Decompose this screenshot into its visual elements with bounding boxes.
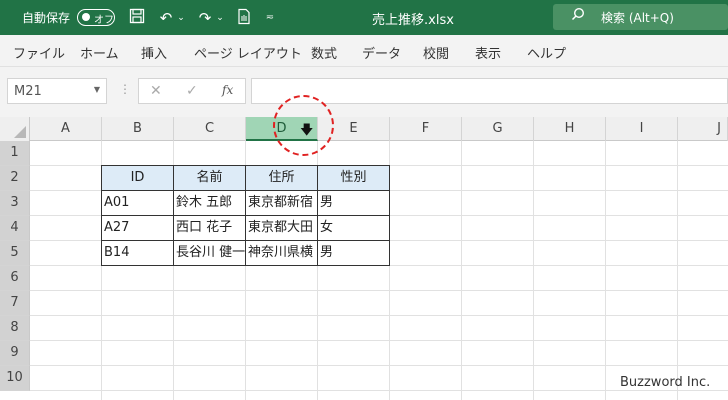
column-header-h[interactable]: H bbox=[534, 117, 606, 141]
table-cell-name[interactable]: 鈴木 五郎 bbox=[176, 191, 245, 216]
formula-input[interactable] bbox=[251, 78, 728, 104]
column-header-b[interactable]: B bbox=[102, 117, 174, 141]
enter-icon[interactable]: ✓ bbox=[186, 83, 198, 99]
more-options-icon[interactable]: ⋮ bbox=[119, 82, 131, 96]
table-border bbox=[317, 165, 318, 266]
save-icon[interactable] bbox=[127, 8, 147, 28]
ribbon-tabs: ファイル ホーム 挿入 ページ レイアウト 数式 データ 校閲 表示 ヘルプ bbox=[0, 35, 728, 67]
table-cell-name[interactable]: 長谷川 健一 bbox=[176, 241, 245, 266]
tab-help[interactable]: ヘルプ bbox=[527, 43, 566, 62]
table-cell-name[interactable]: 西口 花子 bbox=[176, 216, 245, 241]
table-cell-address[interactable]: 東京都大田 bbox=[248, 216, 317, 241]
select-all-button[interactable] bbox=[0, 117, 30, 141]
chevron-down-icon[interactable]: ▼ bbox=[94, 85, 100, 94]
table-header-id[interactable]: ID bbox=[102, 166, 173, 191]
search-placeholder: 検索 (Alt+Q) bbox=[601, 11, 674, 25]
table-header-address[interactable]: 住所 bbox=[246, 166, 317, 191]
gridline bbox=[605, 141, 606, 400]
column-header-i[interactable]: I bbox=[606, 117, 678, 141]
redo-dropdown-icon[interactable]: ⌄ bbox=[215, 8, 225, 28]
row-header-4[interactable]: 4 bbox=[0, 216, 30, 241]
watermark: Buzzword Inc. bbox=[620, 375, 711, 390]
tab-insert[interactable]: 挿入 bbox=[141, 43, 167, 62]
column-header-j[interactable]: J bbox=[678, 117, 728, 141]
gridline bbox=[30, 315, 728, 316]
row-header-3[interactable]: 3 bbox=[0, 191, 30, 216]
table-border bbox=[173, 165, 174, 266]
table-border bbox=[101, 165, 102, 266]
table-cell-id[interactable]: B14 bbox=[104, 241, 173, 266]
cancel-icon[interactable]: ✕ bbox=[150, 83, 162, 99]
tab-home[interactable]: ホーム bbox=[80, 43, 119, 62]
table-header-name[interactable]: 名前 bbox=[174, 166, 245, 191]
gridline bbox=[30, 365, 728, 366]
tab-file[interactable]: ファイル bbox=[13, 43, 65, 62]
table-cell-gender[interactable]: 男 bbox=[320, 241, 389, 266]
undo-icon[interactable]: ↶ bbox=[156, 8, 176, 28]
gridline bbox=[533, 141, 534, 400]
select-all-triangle-icon bbox=[14, 126, 26, 138]
search-box[interactable]: 検索 (Alt+Q) bbox=[553, 4, 728, 30]
document-title: 売上推移.xlsx bbox=[372, 13, 454, 28]
table-cell-address[interactable]: 神奈川県横 bbox=[248, 241, 317, 266]
table-border bbox=[389, 165, 390, 266]
undo-dropdown-icon[interactable]: ⌄ bbox=[176, 8, 186, 28]
customize-toolbar-icon[interactable]: ≂ bbox=[262, 8, 278, 28]
row-header-5[interactable]: 5 bbox=[0, 241, 30, 266]
gridline bbox=[677, 141, 678, 400]
column-header-g[interactable]: G bbox=[462, 117, 534, 141]
row-header-2[interactable]: 2 bbox=[0, 166, 30, 191]
gridline bbox=[461, 141, 462, 400]
gridline bbox=[30, 290, 728, 291]
insert-function-button[interactable]: fx bbox=[222, 83, 233, 97]
table-cell-gender[interactable]: 男 bbox=[320, 191, 389, 216]
tab-review[interactable]: 校閲 bbox=[423, 43, 449, 62]
title-bar: 自動保存 オフ ↶ ⌄ ↷ ⌄ ≂ 売上推移.xlsx 検索 (Alt+Q) bbox=[0, 0, 728, 35]
redo-icon[interactable]: ↷ bbox=[195, 8, 215, 28]
name-box-value: M21 bbox=[14, 84, 42, 99]
search-icon bbox=[571, 7, 585, 25]
row-header-8[interactable]: 8 bbox=[0, 316, 30, 341]
autosave-toggle[interactable]: オフ bbox=[77, 9, 115, 26]
select-column-arrow-icon: 🡇 bbox=[300, 123, 314, 138]
column-header-c[interactable]: C bbox=[174, 117, 246, 141]
worksheet-grid[interactable]: A B C D E F G H I J 1 2 3 4 5 6 7 8 9 10… bbox=[0, 117, 728, 400]
table-border bbox=[245, 165, 246, 266]
name-box[interactable]: M21 ▼ bbox=[7, 78, 107, 104]
row-header-1[interactable]: 1 bbox=[0, 141, 30, 166]
table-header-gender[interactable]: 性別 bbox=[318, 166, 389, 191]
column-header-f[interactable]: F bbox=[390, 117, 462, 141]
row-header-10[interactable]: 10 bbox=[0, 366, 30, 391]
table-cell-address[interactable]: 東京都新宿 bbox=[248, 191, 317, 216]
toggle-knob bbox=[82, 13, 90, 21]
tab-data[interactable]: データ bbox=[362, 43, 401, 62]
table-cell-gender[interactable]: 女 bbox=[320, 216, 389, 241]
row-header-7[interactable]: 7 bbox=[0, 291, 30, 316]
autosave-state: オフ bbox=[94, 15, 114, 26]
gridline bbox=[30, 390, 728, 391]
tab-page-layout[interactable]: ページ レイアウト bbox=[194, 43, 302, 62]
row-header-6[interactable]: 6 bbox=[0, 266, 30, 291]
column-header-a[interactable]: A bbox=[30, 117, 102, 141]
autosave-label: 自動保存 bbox=[22, 11, 71, 25]
gridline bbox=[30, 340, 728, 341]
table-cell-id[interactable]: A27 bbox=[104, 216, 173, 241]
formula-bar: M21 ▼ ⋮ ✕ ✓ fx bbox=[0, 67, 728, 117]
formula-buttons: ✕ ✓ fx bbox=[138, 78, 246, 104]
table-cell-id[interactable]: A01 bbox=[104, 191, 173, 216]
tab-view[interactable]: 表示 bbox=[475, 43, 501, 62]
row-header-9[interactable]: 9 bbox=[0, 341, 30, 366]
touch-mode-icon[interactable] bbox=[234, 8, 254, 28]
tab-formulas[interactable]: 数式 bbox=[311, 43, 337, 62]
